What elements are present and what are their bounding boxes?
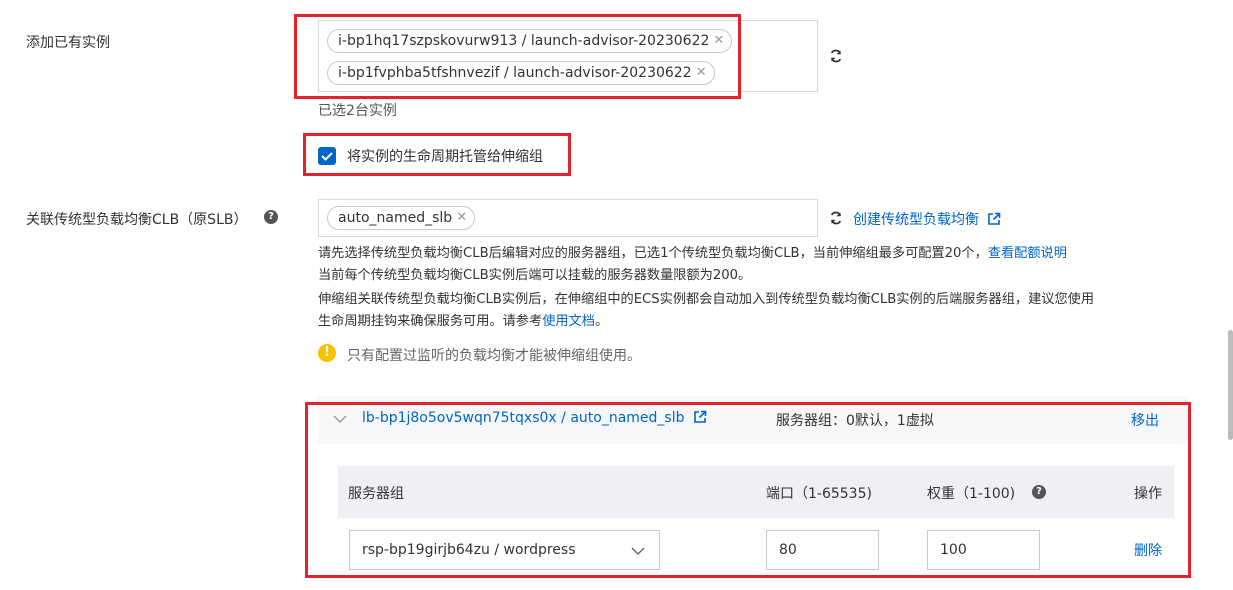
lb-title-text: lb-bp1j8o5ov5wqn75tqxs0x / auto_named_sl… [362,410,685,426]
tip-text: 。 [594,314,609,329]
lifecycle-checkbox[interactable] [318,147,336,165]
weight-input[interactable]: 100 [927,530,1040,570]
clb-tip-line2: 当前每个传统型负载均衡CLB实例后端可以挂载的服务器数量限额为200。 [318,268,752,283]
scrollbar-thumb[interactable] [1228,330,1233,440]
clb-tag-select[interactable]: auto_named_slb ✕ [318,199,818,237]
create-clb-link-text: 创建传统型负载均衡 [853,212,979,228]
external-link-icon [988,212,1001,225]
warning-icon: ! [318,344,336,362]
external-link-icon [694,410,707,423]
create-clb-link[interactable]: 创建传统型负载均衡 [853,209,1001,229]
help-icon[interactable]: ? [1032,485,1046,499]
refresh-instances-icon[interactable] [829,49,843,63]
tag-close-icon[interactable]: ✕ [456,207,467,229]
tag-close-icon[interactable]: ✕ [714,30,725,52]
port-value: 80 [779,542,797,558]
tag-close-icon[interactable]: ✕ [696,62,707,84]
remove-lb-button[interactable]: 移出 [1131,410,1159,430]
instance-tag-select[interactable]: i-bp1hq17szpskovurw913 / launch-advisor-… [318,20,818,92]
clb-tip-line4: 生命周期挂钩来确保服务可用。请参考使用文档。 [318,311,608,333]
check-icon [321,152,333,161]
port-input[interactable]: 80 [766,530,879,570]
column-header-group: 服务器组 [348,486,404,502]
docs-link[interactable]: 使用文档 [542,314,595,329]
clb-tag-text: auto_named_slb [338,210,453,226]
instance-tag: i-bp1hq17szpskovurw913 / launch-advisor-… [327,29,733,53]
clb-tag: auto_named_slb ✕ [327,206,476,230]
column-header-weight: 权重（1-100) [927,486,1016,502]
lifecycle-checkbox-label[interactable]: 将实例的生命周期托管给伸缩组 [347,146,543,166]
selected-count-text: 已选2台实例 [318,103,397,119]
instance-tag: i-bp1fvphba5tfshnvezif / launch-advisor-… [327,61,715,85]
column-header-port: 端口（1-65535) [766,486,872,502]
delete-row-button[interactable]: 删除 [1134,540,1162,560]
tip-text: 生命周期挂钩来确保服务可用。请参考 [318,314,543,329]
table-header [338,466,1174,518]
column-header-action: 操作 [1134,486,1162,502]
server-group-select[interactable]: rsp-bp19girjb64zu / wordpress [349,530,660,570]
tip-text: 请先选择传统型负载均衡CLB后编辑对应的服务器组，已选1个传统型负载均衡CLB，… [318,246,988,261]
chevron-down-icon[interactable] [333,414,347,424]
instance-tag-text: i-bp1hq17szpskovurw913 / launch-advisor-… [338,33,710,49]
add-instance-label: 添加已有实例 [26,35,110,51]
help-icon[interactable]: ? [264,210,278,224]
clb-tip-line1: 请先选择传统型负载均衡CLB后编辑对应的服务器组，已选1个传统型负载均衡CLB，… [318,243,1067,265]
server-group-summary: 服务器组：0默认，1虚拟 [776,413,934,429]
refresh-clb-icon[interactable] [829,211,843,225]
instance-tag-text: i-bp1fvphba5tfshnvezif / launch-advisor-… [338,65,692,81]
warning-text: 只有配置过监听的负载均衡才能被伸缩组使用。 [347,348,641,364]
quota-link[interactable]: 查看配额说明 [988,246,1067,261]
weight-value: 100 [940,542,967,558]
lb-title-link[interactable]: lb-bp1j8o5ov5wqn75tqxs0x / auto_named_sl… [362,410,707,426]
chevron-down-icon [631,547,645,555]
server-group-value: rsp-bp19girjb64zu / wordpress [362,542,576,558]
clb-label: 关联传统型负载均衡CLB（原SLB） [26,212,248,228]
clb-tip-line3: 伸缩组关联传统型负载均衡CLB实例后，在伸缩组中的ECS实例都会自动加入到传统型… [318,292,1095,307]
